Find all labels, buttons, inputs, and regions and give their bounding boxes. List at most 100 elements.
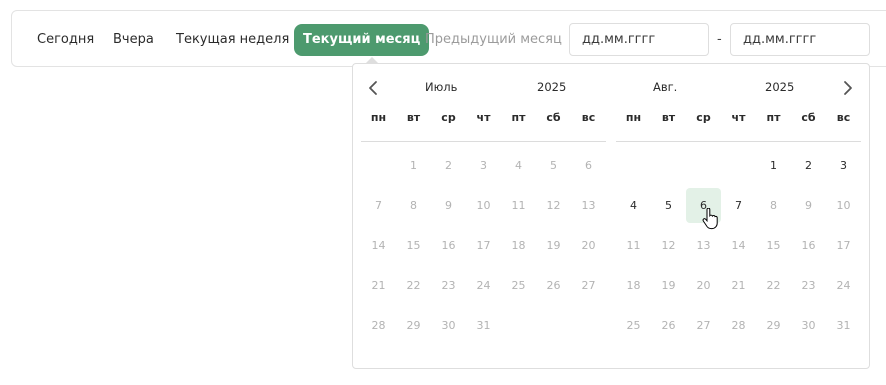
weekday-divider xyxy=(361,141,606,142)
day-cell: 8 xyxy=(770,199,777,212)
weekday-label: вс xyxy=(581,111,596,124)
day-cell: 11 xyxy=(511,199,526,212)
day-cell: 15 xyxy=(766,239,781,252)
week-row: 11 12 13 14 15 16 17 xyxy=(616,228,861,268)
day-cell: 31 xyxy=(476,319,491,332)
weekday-label: вт xyxy=(661,111,676,124)
day-cell: 23 xyxy=(801,279,816,292)
weekday-label: вт xyxy=(406,111,421,124)
day-cell: 11 xyxy=(626,239,641,252)
week-row: 1 2 3 4 5 6 xyxy=(361,148,606,188)
day-cell: 27 xyxy=(581,279,596,292)
week-row: 7 8 9 10 11 12 13 xyxy=(361,188,606,228)
day-cell[interactable]: 5 xyxy=(651,188,686,223)
month-year[interactable]: 2025 xyxy=(537,80,566,98)
day-cell: 14 xyxy=(731,239,746,252)
weekday-label: чт xyxy=(731,111,746,124)
day-cell: 23 xyxy=(441,279,456,292)
day-cell: 26 xyxy=(661,319,676,332)
today-button[interactable]: Сегодня xyxy=(28,24,103,56)
weekday-header-row: пн вт ср чт пт сб вс xyxy=(361,111,606,129)
day-cell: 30 xyxy=(441,319,456,332)
weekday-label: пн xyxy=(370,111,387,124)
previous-month-button[interactable]: Предыдущий месяц xyxy=(416,24,571,56)
month-name[interactable]: Авг. xyxy=(653,80,677,98)
day-cell: 22 xyxy=(406,279,421,292)
day-cell: 2 xyxy=(445,159,452,172)
date-to-input[interactable]: дд.мм.гггг xyxy=(730,23,870,56)
day-cell: 12 xyxy=(546,199,561,212)
week-row: 21 22 23 24 25 26 27 xyxy=(361,268,606,308)
day-cell: 29 xyxy=(406,319,421,332)
day-cell: 20 xyxy=(581,239,596,252)
day-cell: 28 xyxy=(371,319,386,332)
day-cell: 21 xyxy=(731,279,746,292)
day-cell: 25 xyxy=(626,319,641,332)
day-cell: 24 xyxy=(476,279,491,292)
week-row: 4 5 6 7 8 9 10 xyxy=(616,188,861,228)
day-cell: 18 xyxy=(511,239,526,252)
day-cell: 21 xyxy=(371,279,386,292)
day-cell: 18 xyxy=(626,279,641,292)
day-cell: 3 xyxy=(480,159,487,172)
week-row: 25 26 27 28 29 30 31 xyxy=(616,308,861,348)
day-cell: 10 xyxy=(476,199,491,212)
day-cell: 9 xyxy=(445,199,452,212)
day-cell: 19 xyxy=(661,279,676,292)
day-cell: 19 xyxy=(546,239,561,252)
day-cell[interactable]: 7 xyxy=(721,188,756,223)
weekday-label: ср xyxy=(441,111,456,124)
day-cell: 28 xyxy=(731,319,746,332)
date-filter-toolbar: Сегодня Вчера Текущая неделя Текущий мес… xyxy=(11,10,886,67)
day-cell: 16 xyxy=(441,239,456,252)
day-cell: 5 xyxy=(550,159,557,172)
day-cell: 17 xyxy=(476,239,491,252)
yesterday-button[interactable]: Вчера xyxy=(104,24,163,56)
day-cell: 8 xyxy=(410,199,417,212)
day-cell: 26 xyxy=(546,279,561,292)
day-cell[interactable]: 1 xyxy=(756,148,791,183)
month-august: Авг. 2025 пн вт ср чт пт сб вс 1 2 3 4 5 6 7 8 9 10 11 12… xyxy=(608,64,861,364)
weekday-divider xyxy=(616,141,861,142)
day-cell: 25 xyxy=(511,279,526,292)
weekday-label: пн xyxy=(625,111,642,124)
day-cell: 13 xyxy=(581,199,596,212)
day-cell: 31 xyxy=(836,319,851,332)
current-week-button[interactable]: Текущая неделя xyxy=(167,24,298,56)
hand-cursor-icon xyxy=(702,208,718,230)
date-from-input[interactable]: дд.мм.гггг xyxy=(569,23,709,56)
week-row: 14 15 16 17 18 19 20 xyxy=(361,228,606,268)
day-cell: 1 xyxy=(410,159,417,172)
day-cell[interactable]: 3 xyxy=(826,148,861,183)
weekday-label: вс xyxy=(836,111,851,124)
day-cell: 29 xyxy=(766,319,781,332)
day-cell: 17 xyxy=(836,239,851,252)
weekday-label: сб xyxy=(801,111,816,124)
datepicker-popup: Июль 2025 пн вт ср чт пт сб вс 1 2 3 4 5 6 7 8 9 10 11 12… xyxy=(352,63,870,369)
day-cell: 14 xyxy=(371,239,386,252)
day-cell: 4 xyxy=(515,159,522,172)
day-cell[interactable]: 2 xyxy=(791,148,826,183)
date-range-dash: - xyxy=(717,32,722,47)
weekday-label: сб xyxy=(546,111,561,124)
day-cell[interactable]: 4 xyxy=(616,188,651,223)
month-year[interactable]: 2025 xyxy=(765,80,794,98)
day-cell: 30 xyxy=(801,319,816,332)
week-row: 18 19 20 21 22 23 24 xyxy=(616,268,861,308)
week-row: 28 29 30 31 xyxy=(361,308,606,348)
day-cell: 6 xyxy=(585,159,592,172)
month-name[interactable]: Июль xyxy=(425,80,457,98)
day-cell: 27 xyxy=(696,319,711,332)
weekday-label: пт xyxy=(511,111,526,124)
current-month-button[interactable]: Текущий месяц xyxy=(294,24,430,56)
day-cell: 13 xyxy=(696,239,711,252)
weekday-label: ср xyxy=(696,111,711,124)
month-july: Июль 2025 пн вт ср чт пт сб вс 1 2 3 4 5 6 7 8 9 10 11 12… xyxy=(353,64,606,364)
day-cell: 15 xyxy=(406,239,421,252)
day-cell: 16 xyxy=(801,239,816,252)
weekday-header-row: пн вт ср чт пт сб вс xyxy=(616,111,861,129)
day-cell: 22 xyxy=(766,279,781,292)
day-cell: 12 xyxy=(661,239,676,252)
day-cell: 24 xyxy=(836,279,851,292)
day-cell: 9 xyxy=(805,199,812,212)
